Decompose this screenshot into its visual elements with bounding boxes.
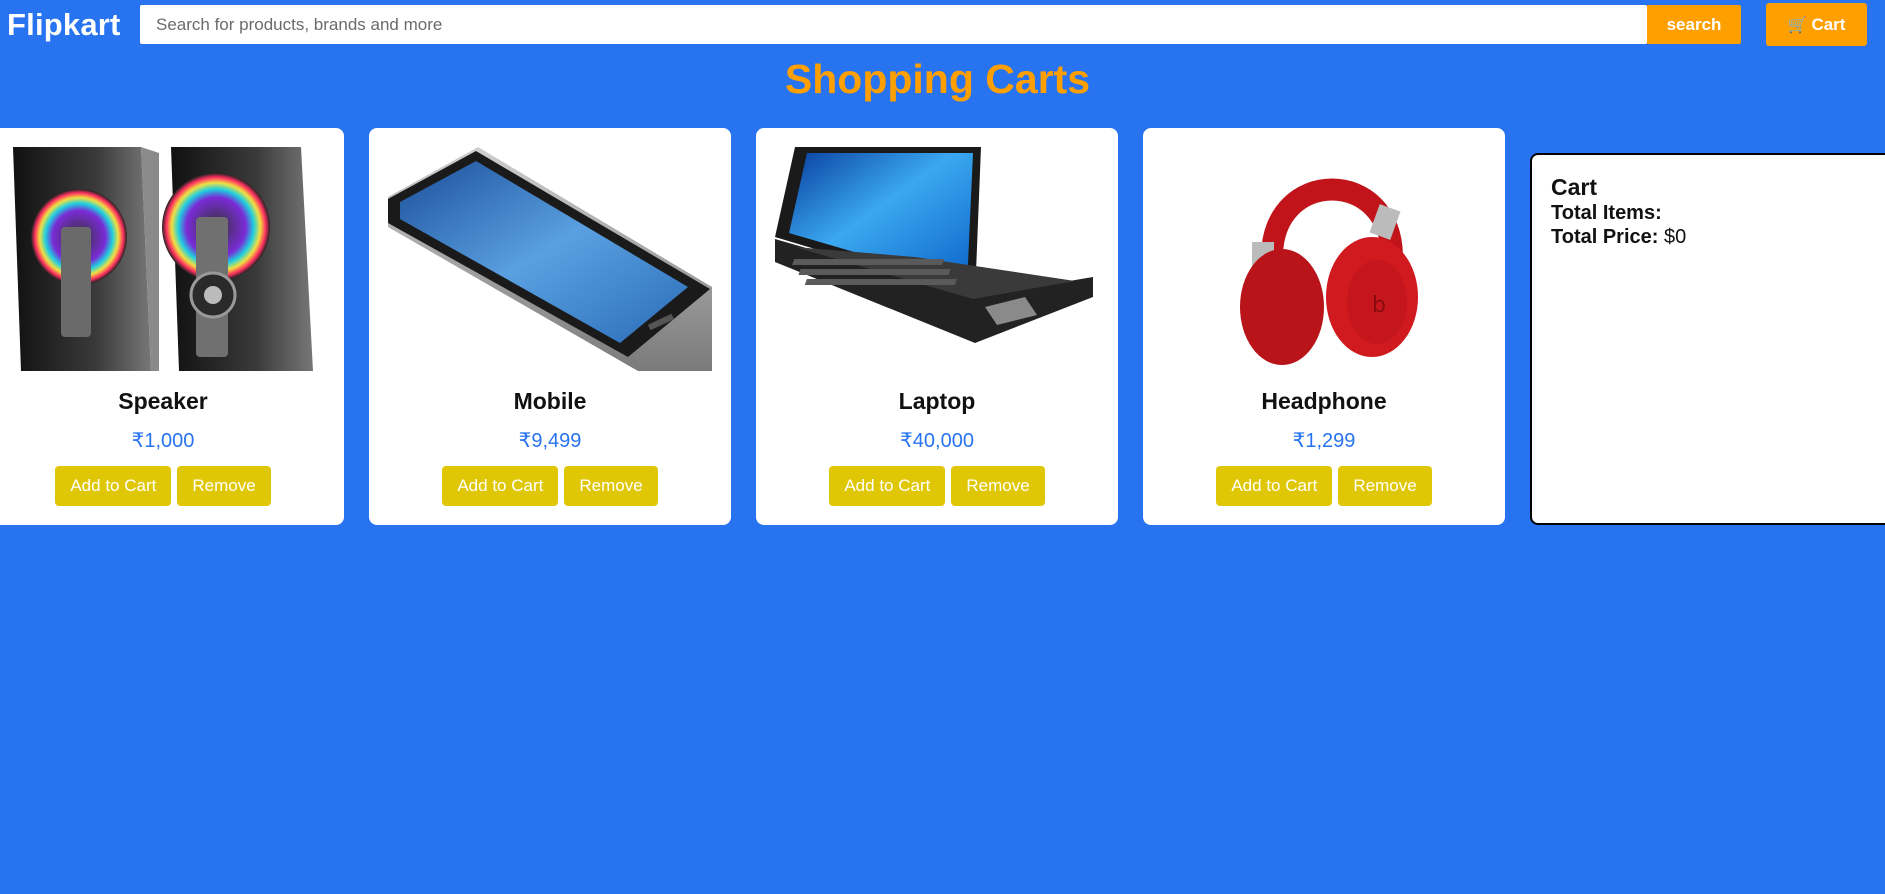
product-card: Speaker ₹1,000 Add to Cart Remove: [0, 128, 344, 525]
product-name: Speaker: [118, 388, 208, 414]
cart-button[interactable]: 🛒 Cart: [1766, 3, 1867, 46]
product-card: Laptop ₹40,000 Add to Cart Remove: [756, 128, 1118, 525]
speaker-image: [1, 147, 325, 371]
total-price-label: Total Price:: [1551, 226, 1659, 248]
shopping-cart-icon: 🛒: [1787, 17, 1808, 34]
search-input[interactable]: [140, 5, 1647, 44]
remove-button[interactable]: Remove: [1338, 466, 1432, 506]
remove-button[interactable]: Remove: [177, 466, 271, 506]
svg-text:b: b: [1372, 293, 1386, 318]
add-to-cart-button[interactable]: Add to Cart: [1216, 466, 1333, 506]
add-to-cart-button[interactable]: Add to Cart: [829, 466, 946, 506]
product-price: ₹40,000: [900, 430, 974, 452]
total-items-label: Total Items:: [1551, 202, 1662, 224]
headphone-image: b: [1162, 147, 1486, 371]
product-name: Mobile: [513, 388, 587, 414]
add-to-cart-button[interactable]: Add to Cart: [442, 466, 559, 506]
product-card: Mobile ₹9,499 Add to Cart Remove: [369, 128, 731, 525]
cart-button-label: Cart: [1811, 15, 1846, 34]
product-name: Laptop: [898, 388, 976, 414]
remove-button[interactable]: Remove: [564, 466, 658, 506]
product-card: b Headphone ₹1,299 Add to Cart Remove: [1143, 128, 1505, 525]
laptop-image: [775, 147, 1099, 371]
total-price-line: Total Price: $0: [1551, 225, 1885, 249]
product-price: ₹1,000: [131, 430, 195, 452]
add-to-cart-button[interactable]: Add to Cart: [55, 466, 172, 506]
product-name: Headphone: [1261, 388, 1387, 414]
cart-summary-panel: Cart Total Items: Total Price: $0: [1530, 153, 1885, 525]
top-navbar: Flipkart search 🛒Cart: [0, 0, 1885, 48]
remove-button[interactable]: Remove: [951, 466, 1045, 506]
search-button[interactable]: search: [1647, 5, 1741, 44]
total-price-value: $0: [1664, 226, 1687, 248]
cart-panel-title: Cart: [1551, 174, 1598, 200]
mobile-image: [388, 147, 712, 371]
product-price: ₹9,499: [518, 430, 582, 452]
page-title: Shopping Carts: [784, 56, 1091, 102]
product-price: ₹1,299: [1292, 430, 1356, 452]
total-items-line: Total Items:: [1551, 201, 1885, 225]
brand-logo[interactable]: Flipkart: [7, 7, 121, 43]
